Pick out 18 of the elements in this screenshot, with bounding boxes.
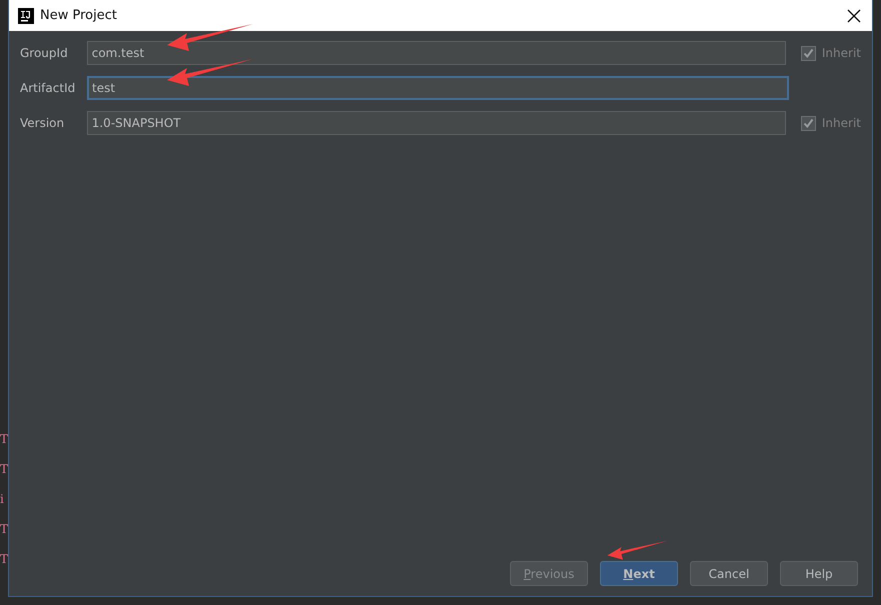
field-label: GroupId	[20, 46, 69, 60]
dialog-button[interactable]: Help	[780, 561, 858, 586]
checkbox-label: Inherit	[822, 46, 861, 60]
app-logo-icon	[18, 8, 34, 24]
window-title: New Project	[40, 8, 118, 23]
background-editor-text: T	[0, 522, 8, 536]
field-label: Version	[20, 116, 66, 130]
input-field[interactable]: 1.0-SNAPSHOT	[86, 111, 786, 135]
background-editor-text: T	[0, 552, 8, 566]
background-editor-text: T	[0, 462, 8, 476]
dialog-button[interactable]: Cancel	[690, 561, 768, 586]
input-field[interactable]: com.test	[86, 41, 786, 65]
input-field[interactable]: test	[87, 76, 789, 100]
background-editor-text: T	[0, 432, 8, 446]
field-label: ArtifactId	[20, 81, 76, 95]
default-dialog-button[interactable]: Next	[600, 561, 678, 586]
background-editor-text: i	[0, 492, 5, 506]
checkbox-label: Inherit	[822, 116, 861, 130]
